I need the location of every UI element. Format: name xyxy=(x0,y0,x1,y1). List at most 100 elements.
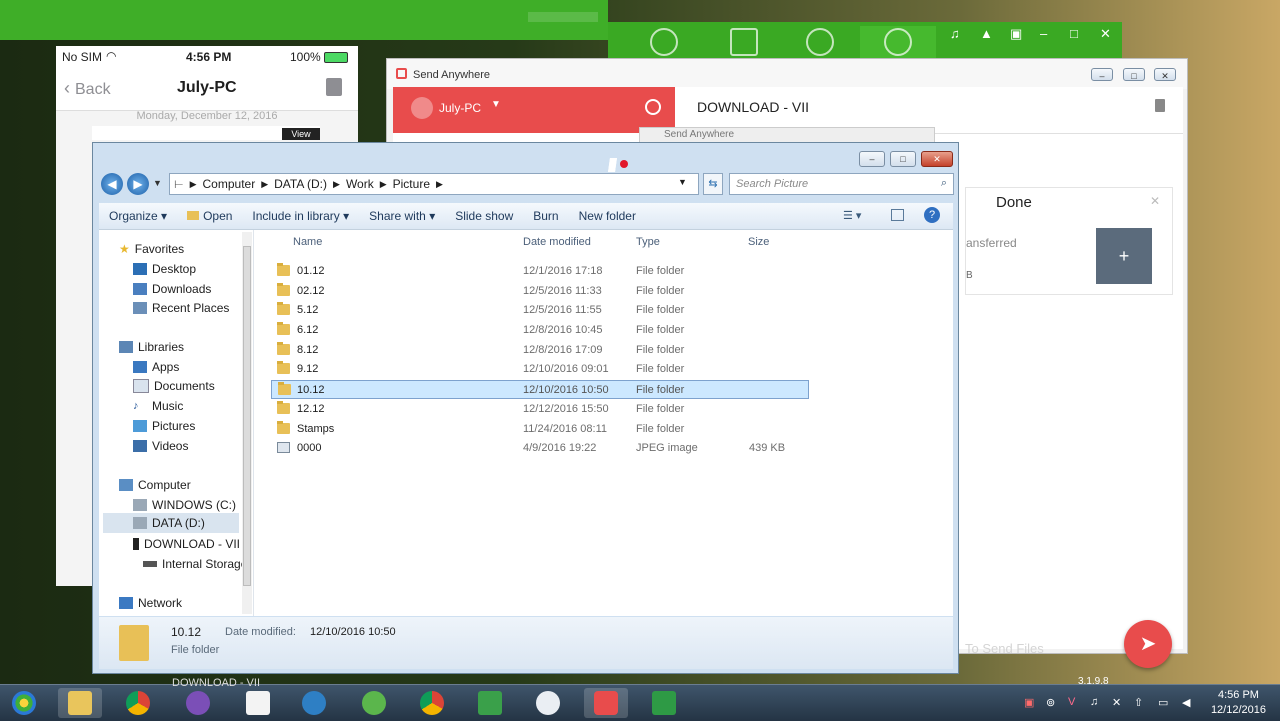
forward-arrow-icon[interactable]: ▶ xyxy=(127,173,149,195)
breadcrumb-data-drive[interactable]: DATA (D:) xyxy=(274,177,327,191)
taskbar-pen-tool[interactable] xyxy=(292,688,336,718)
sa-maximize-button[interactable]: □ xyxy=(1123,68,1145,81)
explorer-minimize-button[interactable]: – xyxy=(859,151,885,167)
column-date-modified[interactable]: Date modified xyxy=(523,236,591,248)
send-button[interactable]: ➤ xyxy=(1124,620,1172,668)
close-icon[interactable]: ✕ xyxy=(1150,194,1160,208)
device-name[interactable]: July-PC xyxy=(439,101,481,115)
nav-documents[interactable]: Documents xyxy=(133,379,215,393)
tray-icon[interactable]: V xyxy=(1068,696,1080,708)
taskbar-camtasia-2[interactable] xyxy=(642,688,686,718)
address-dropdown-icon[interactable]: ▼ xyxy=(678,177,687,187)
back-arrow-icon[interactable]: ◀ xyxy=(101,173,123,195)
table-row[interactable]: 0000 4/9/2016 19:22 JPEG image 439 KB xyxy=(271,439,809,458)
table-row[interactable]: 5.12 12/5/2016 11:55 File folder xyxy=(271,301,809,320)
include-in-library-button[interactable]: Include in library ▾ xyxy=(242,209,359,223)
preview-pane-icon[interactable] xyxy=(891,209,904,221)
slide-show-button[interactable]: Slide show xyxy=(445,209,523,223)
taskbar-app[interactable] xyxy=(236,688,280,718)
nav-videos[interactable]: Videos xyxy=(133,439,188,453)
share-with-button[interactable]: Share with ▾ xyxy=(359,209,445,223)
history-icon[interactable] xyxy=(645,99,661,115)
tray-icon[interactable]: ♫ xyxy=(1090,696,1102,708)
nav-apps[interactable]: Apps xyxy=(133,360,179,374)
taskbar-explorer[interactable] xyxy=(58,688,102,718)
address-box[interactable]: ⊢ ▶ Computer ▶ DATA (D:) ▶ Work ▶ Pictur… xyxy=(169,173,699,195)
scrollbar-thumb[interactable] xyxy=(243,246,251,586)
nav-downloads[interactable]: Downloads xyxy=(133,282,211,296)
table-row[interactable]: Stamps 11/24/2016 08:11 File folder xyxy=(271,420,809,439)
help-icon[interactable]: ? xyxy=(924,207,940,223)
add-file-button[interactable]: + xyxy=(1096,228,1152,284)
nav-scrollbar[interactable] xyxy=(242,232,252,614)
taskbar-network-app[interactable] xyxy=(526,688,570,718)
tray-icon[interactable]: ▭ xyxy=(1158,696,1170,709)
nav-data-drive[interactable]: DATA (D:) xyxy=(103,513,239,533)
table-row[interactable]: 12.12 12/12/2016 15:50 File folder xyxy=(271,400,809,419)
nav-network[interactable]: Network xyxy=(119,596,182,610)
music-icon[interactable]: ♫ xyxy=(950,26,960,41)
taskbar-send-anywhere[interactable] xyxy=(584,688,628,718)
search-input[interactable]: Search Picture ⌕ xyxy=(729,173,954,195)
nav-windows-drive[interactable]: WINDOWS (C:) xyxy=(133,498,236,512)
book-icon[interactable] xyxy=(730,28,758,56)
clock[interactable]: 4:56 PM 12/12/2016 xyxy=(1211,688,1266,718)
table-row[interactable]: 6.12 12/8/2016 10:45 File folder xyxy=(271,321,809,340)
nav-pictures[interactable]: Pictures xyxy=(133,419,195,433)
taskbar-chrome[interactable] xyxy=(116,688,160,718)
refresh-icon[interactable]: ⇆ xyxy=(703,173,723,195)
view-button[interactable]: View xyxy=(282,128,320,140)
taskbar-camtasia[interactable] xyxy=(468,688,512,718)
nav-libraries[interactable]: Libraries xyxy=(119,340,184,354)
play-icon[interactable] xyxy=(650,28,678,56)
close-icon[interactable]: ✕ xyxy=(1100,26,1111,42)
trash-icon[interactable] xyxy=(326,78,342,96)
open-button[interactable]: Open xyxy=(177,209,242,223)
sa-minimize-button[interactable]: – xyxy=(1091,68,1113,81)
nav-internal-storage[interactable]: Internal Storage xyxy=(143,557,247,571)
explorer-close-button[interactable]: ✕ xyxy=(921,151,953,167)
nav-music[interactable]: ♪ Music xyxy=(133,399,183,413)
nav-recent-places[interactable]: Recent Places xyxy=(133,301,229,315)
column-size[interactable]: Size xyxy=(748,236,769,248)
shirt-icon[interactable]: ▲ xyxy=(980,26,993,41)
table-row[interactable]: 01.12 12/1/2016 17:18 File folder xyxy=(271,262,809,281)
taskbar-green-app[interactable] xyxy=(352,688,396,718)
explorer-maximize-button[interactable]: □ xyxy=(890,151,916,167)
taskbar-viber[interactable] xyxy=(176,688,220,718)
table-row[interactable]: 02.12 12/5/2016 11:33 File folder xyxy=(271,282,809,301)
nav-favorites[interactable]: ★ Favorites xyxy=(119,242,184,256)
table-row-selected[interactable]: 10.12 12/10/2016 10:50 File folder xyxy=(271,380,809,399)
nav-desktop[interactable]: Desktop xyxy=(133,262,196,276)
sa-close-button[interactable]: ✕ xyxy=(1154,68,1176,81)
search-icon[interactable]: ⌕ xyxy=(941,177,947,190)
back-button[interactable]: ‹ Back xyxy=(64,78,111,99)
volume-icon[interactable]: ◀ xyxy=(1182,696,1194,709)
start-button[interactable] xyxy=(4,688,44,718)
tools-tab[interactable] xyxy=(860,26,936,60)
table-row[interactable]: 8.12 12/8/2016 17:09 File folder xyxy=(271,341,809,360)
person-icon[interactable] xyxy=(806,28,834,56)
table-row[interactable]: 9.12 12/10/2016 09:01 File folder xyxy=(271,360,809,379)
nav-download-vii[interactable]: DOWNLOAD - VII xyxy=(133,537,240,551)
settings-icon[interactable]: ▣ xyxy=(1010,26,1022,42)
new-folder-button[interactable]: New folder xyxy=(569,209,646,223)
tray-icon[interactable]: ⇧ xyxy=(1134,696,1146,709)
recent-pages-chevron-icon[interactable]: ▼ xyxy=(153,178,162,188)
tray-icon[interactable]: ✕ xyxy=(1112,696,1124,709)
minimize-icon[interactable]: – xyxy=(1040,26,1047,41)
chevron-down-icon[interactable]: ▼ xyxy=(491,99,501,110)
view-options-icon[interactable]: ☰ ▾ xyxy=(843,209,861,222)
trash-icon[interactable] xyxy=(1155,99,1165,112)
nav-computer[interactable]: Computer xyxy=(119,478,191,492)
organize-button[interactable]: Organize ▾ xyxy=(99,209,177,223)
column-type[interactable]: Type xyxy=(636,236,660,248)
taskbar-chrome-2[interactable] xyxy=(410,688,454,718)
column-name[interactable]: Name xyxy=(293,236,322,248)
send-anywhere-tray-icon[interactable]: ▣ xyxy=(1024,696,1036,709)
breadcrumb-computer[interactable]: Computer xyxy=(203,177,256,191)
burn-button[interactable]: Burn xyxy=(523,209,568,223)
breadcrumb-work[interactable]: Work xyxy=(346,177,374,191)
tray-icon[interactable]: ⊚ xyxy=(1046,696,1058,709)
maximize-icon[interactable]: □ xyxy=(1070,26,1078,41)
